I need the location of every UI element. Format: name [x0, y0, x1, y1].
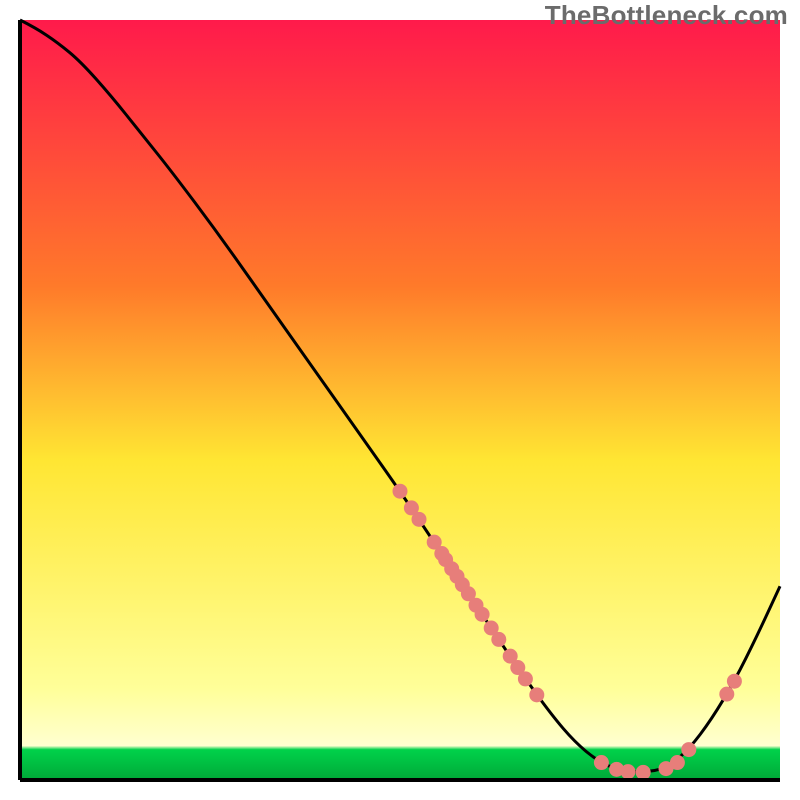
data-marker [518, 671, 533, 686]
watermark-text: TheBottleneck.com [545, 0, 788, 31]
chart-container: TheBottleneck.com [0, 0, 800, 800]
data-marker [636, 765, 651, 780]
data-marker [719, 687, 734, 702]
data-marker [727, 674, 742, 689]
data-marker [475, 607, 490, 622]
data-marker [594, 755, 609, 770]
chart-svg [0, 0, 800, 800]
data-marker [412, 512, 427, 527]
data-marker [393, 484, 408, 499]
plot-background [20, 20, 780, 780]
data-marker [621, 764, 636, 779]
data-marker [491, 632, 506, 647]
data-marker [529, 687, 544, 702]
data-marker [681, 742, 696, 757]
data-marker [670, 755, 685, 770]
